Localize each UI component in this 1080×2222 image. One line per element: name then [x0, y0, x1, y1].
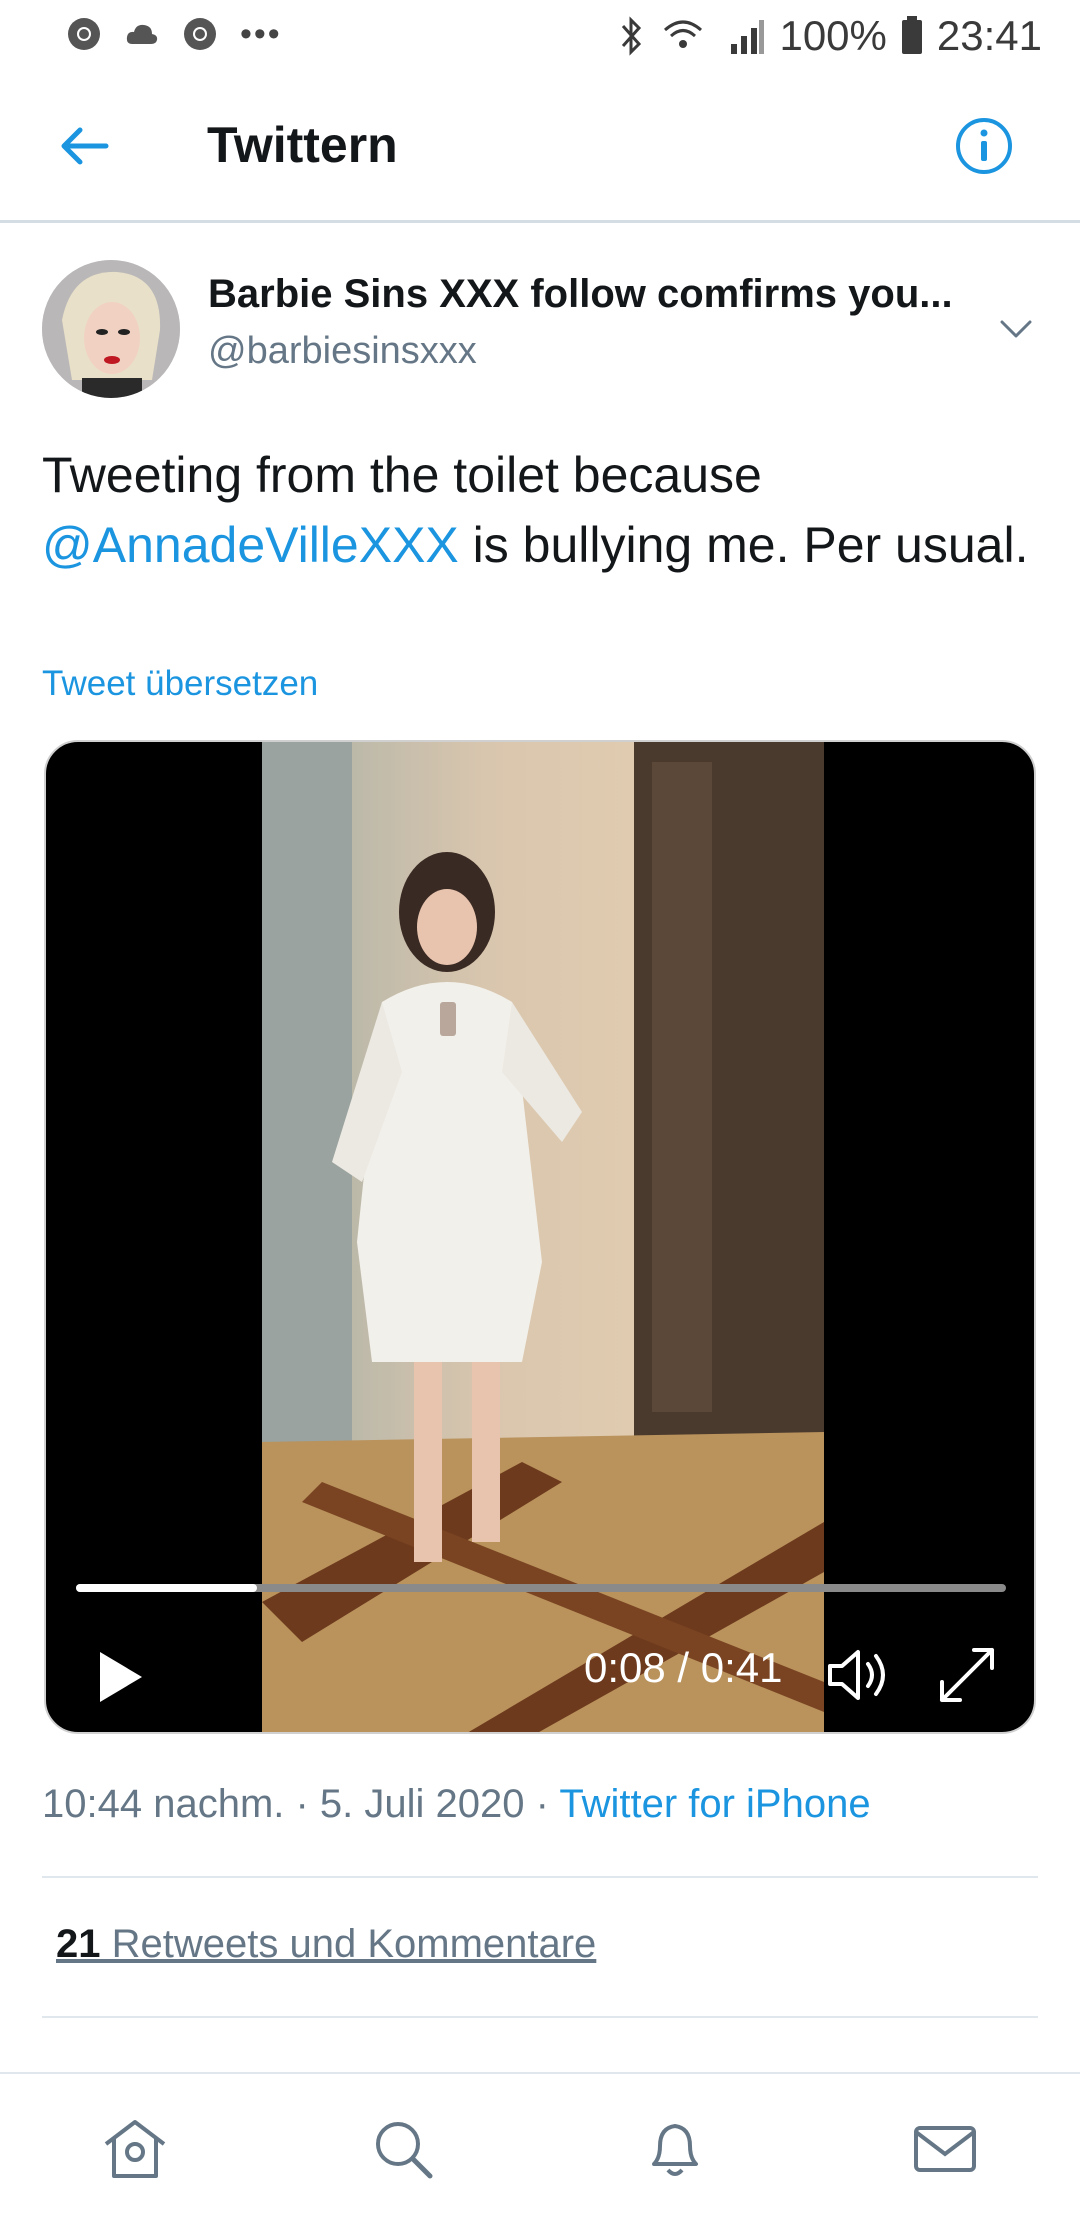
fullscreen-icon[interactable]	[934, 1642, 1000, 1708]
messages-icon[interactable]	[910, 2114, 980, 2184]
battery-percent: 100%	[779, 12, 887, 59]
avatar[interactable]	[42, 260, 180, 398]
tweet-text-start: Tweeting from the toilet because	[42, 447, 762, 503]
bottom-nav	[0, 2072, 1080, 2222]
mention-link[interactable]: @AnnadeVilleXXX	[42, 517, 459, 573]
avatar-image	[42, 260, 180, 398]
retweet-label: Retweets und Kommentare	[100, 1922, 597, 1966]
divider	[42, 2016, 1038, 2018]
arrow-left-icon[interactable]	[56, 118, 112, 174]
signal-icon	[731, 20, 765, 54]
chevron-down-icon[interactable]	[996, 308, 1036, 348]
tweet-text-end: is bullying me. Per usual.	[458, 517, 1029, 573]
user-handle[interactable]: @barbiesinsxxx	[208, 330, 477, 373]
video-progress-bar[interactable]	[76, 1584, 1006, 1592]
cloud-icon	[126, 24, 158, 44]
home-icon[interactable]	[100, 2114, 170, 2184]
battery-icon	[901, 16, 922, 54]
retweet-count: 21	[56, 1922, 101, 1966]
translate-link[interactable]: Tweet übersetzen	[42, 664, 318, 704]
divider	[42, 1876, 1038, 1878]
video-player[interactable]: 0:08 / 0:41	[44, 740, 1036, 1734]
play-icon[interactable]	[90, 1642, 150, 1712]
info-icon[interactable]	[954, 116, 1014, 176]
tweet-meta: 10:44 nachm. · 5. Juli 2020 · Twitter fo…	[42, 1782, 871, 1827]
volume-icon[interactable]	[822, 1640, 892, 1710]
bluetooth-icon	[622, 16, 642, 56]
status-bar: ••• 100% 23:41	[0, 0, 1080, 72]
video-time: 0:08 / 0:41	[584, 1644, 783, 1691]
retweets-link[interactable]: 21 Retweets und Kommentare	[56, 1922, 596, 1967]
status-bar-left: •••	[66, 16, 282, 52]
wifi-icon	[664, 20, 703, 48]
tweet-text: Tweeting from the toilet because @Annade…	[42, 440, 1032, 580]
search-icon[interactable]	[368, 2114, 438, 2184]
top-bar: Twittern	[0, 72, 1080, 223]
video-progress-fill	[76, 1584, 258, 1592]
more-dots-icon: •••	[240, 15, 282, 53]
tweet-timestamp: 10:44 nachm. · 5. Juli 2020 ·	[42, 1782, 560, 1826]
tweet-source-link[interactable]: Twitter for iPhone	[559, 1782, 870, 1826]
display-name[interactable]: Barbie Sins XXX follow comfirms you...	[208, 272, 953, 317]
page-title: Twittern	[207, 117, 398, 173]
status-bar-right: 100% 23:41	[617, 12, 1042, 60]
chrome-icon	[68, 18, 100, 50]
chrome-icon	[184, 18, 216, 50]
clock: 23:41	[936, 12, 1042, 59]
notifications-icon[interactable]	[640, 2114, 710, 2184]
